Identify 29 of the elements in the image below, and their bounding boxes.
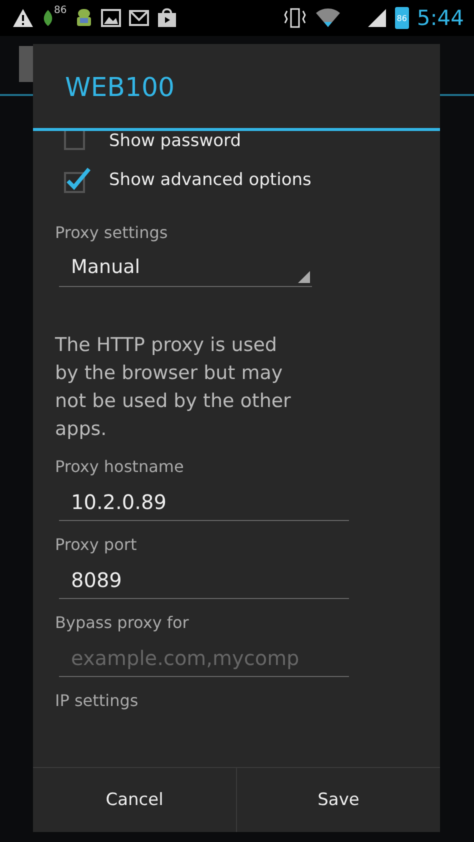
checkbox[interactable] [63,166,91,194]
field-label: Proxy hostname [55,457,185,476]
dialog-button[interactable]: Save [236,768,440,832]
wifi-icon [314,8,341,28]
mail-icon [128,10,149,26]
field-label: Proxy port [55,535,138,554]
checkbox-label: Show advanced options [109,170,312,190]
leaf-count-text: 86 [54,5,67,16]
section-label: IP settings [55,691,140,710]
proxy-dropdown[interactable]: Manual [59,250,312,287]
input-field[interactable]: 8089 [59,562,349,599]
checkbox-label: Show password [109,131,241,151]
input-field[interactable]: 10.2.0.89 [59,484,349,521]
dialog-button[interactable]: Cancel [33,768,236,832]
field-label: Proxy settings [55,223,169,242]
leaf-icon [42,9,54,27]
input-field[interactable]: example.com,mycomp [59,640,349,677]
robot-icon [74,7,93,29]
signal-icon [366,8,387,28]
battery-text: 86 [396,14,407,22]
clock: 5:44 [416,6,464,30]
image-icon [100,9,121,27]
warning-icon [12,8,34,28]
vibrate-icon [282,7,307,29]
store-icon [156,8,177,28]
field-label: Bypass proxy for [55,613,190,632]
dropdown-arrow-icon [298,271,310,283]
proxy-note: The HTTP proxy is used by the browser but may not be used by the other apps. [55,333,292,442]
dialog-title: WEB100 [64,72,176,105]
